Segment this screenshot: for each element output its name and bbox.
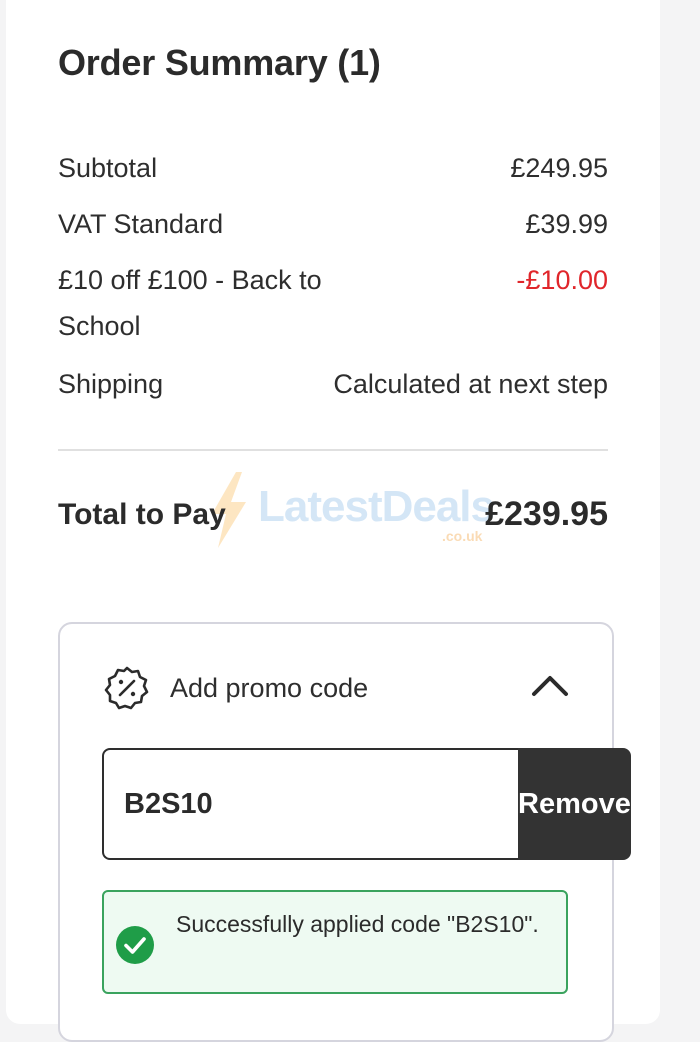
order-summary-title: Order Summary (1) xyxy=(58,42,381,83)
subtotal-label: Subtotal xyxy=(58,153,158,183)
promo-code-input[interactable] xyxy=(102,748,518,860)
subtotal-value: £249.95 xyxy=(510,153,608,183)
discount-badge-icon xyxy=(104,666,149,710)
promo-success-text: Successfully applied code "B2S10". xyxy=(176,911,539,937)
promo-code-label: Add promo code xyxy=(170,672,369,703)
promo-code-panel: Add promo code Remove Successfully appli… xyxy=(58,622,631,1042)
order-summary-card: Order Summary (1) Subtotal £249.95 VAT S… xyxy=(6,0,660,1042)
shipping-label: Shipping xyxy=(58,369,164,399)
vat-row: VAT Standard £39.99 xyxy=(58,201,608,247)
total-value: £239.95 xyxy=(485,495,608,533)
subtotal-row: Subtotal £249.95 xyxy=(58,145,608,191)
check-circle-icon xyxy=(116,926,154,964)
summary-divider xyxy=(58,449,608,451)
discount-value: -£10.00 xyxy=(516,265,608,295)
promo-code-toggle[interactable]: Add promo code xyxy=(104,660,570,716)
shipping-value: Calculated at next step xyxy=(333,369,608,399)
chevron-up-icon[interactable] xyxy=(530,672,570,700)
shipping-row: Shipping Calculated at next step xyxy=(58,361,608,407)
remove-promo-button[interactable]: Remove xyxy=(518,748,631,860)
discount-row: £10 off £100 - Back to School -£10.00 xyxy=(58,257,608,349)
promo-success-message: Successfully applied code "B2S10". xyxy=(102,890,568,994)
total-label: Total to Pay xyxy=(58,497,226,531)
vat-label: VAT Standard xyxy=(58,209,224,239)
promo-code-form: Remove xyxy=(102,748,631,860)
total-row: Total to Pay £239.95 xyxy=(58,495,608,534)
vat-value: £39.99 xyxy=(525,209,608,239)
discount-label: £10 off £100 - Back to School xyxy=(58,265,322,341)
